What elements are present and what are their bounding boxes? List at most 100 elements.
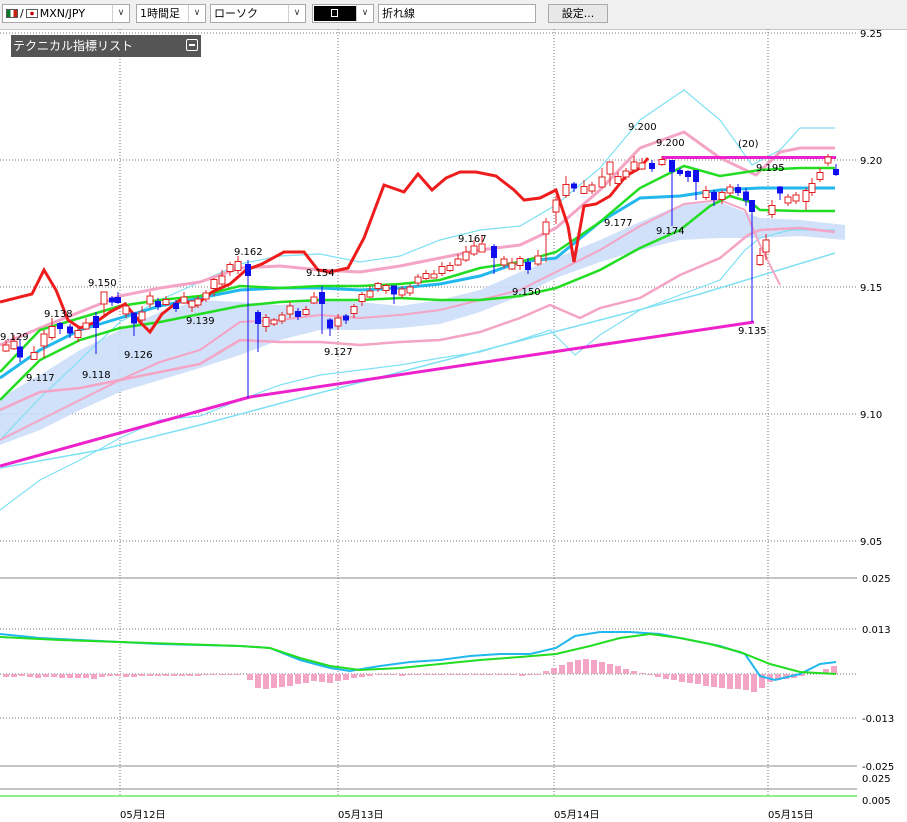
histogram-bar: [195, 674, 201, 676]
candle-body: [131, 312, 137, 324]
histogram-bar: [83, 674, 89, 678]
candle-body: [422, 273, 430, 279]
price-label: 9.200: [656, 138, 685, 149]
histogram-bar: [383, 674, 389, 675]
candle-body: [278, 314, 286, 322]
histogram-bar: [35, 674, 41, 678]
candle-body: [82, 322, 90, 330]
histogram-bar: [303, 674, 309, 683]
symbol-select[interactable]: / MXN/JPY ∨: [2, 4, 130, 23]
histogram-bar: [511, 674, 517, 675]
settings-button[interactable]: 設定...: [548, 4, 608, 23]
candle-body: [802, 190, 810, 202]
price-label: 9.150: [88, 278, 117, 289]
candle-body: [693, 170, 699, 182]
x-tick-label: 05月14日: [554, 809, 599, 821]
candle-body: [74, 330, 82, 338]
histogram-bar: [695, 674, 701, 684]
chart-window: { "toolbar": { "symbol": "MXN/JPY", "tim…: [0, 0, 907, 822]
candle-body: [109, 297, 115, 303]
timeframe-select[interactable]: 1時間足 ∨: [136, 4, 206, 23]
histogram-bar: [687, 674, 693, 683]
candle-body: [100, 291, 108, 305]
candle-body: [677, 170, 683, 174]
histogram-bar: [107, 674, 113, 676]
oscillator-tick-label: -0.025: [862, 762, 894, 773]
color-select[interactable]: ∨: [312, 4, 374, 23]
histogram-bar: [51, 674, 57, 677]
histogram-bar: [123, 674, 129, 677]
price-label: 9.167: [458, 234, 487, 245]
candle-body: [391, 285, 397, 295]
histogram-bar: [155, 674, 161, 676]
histogram-bar: [367, 674, 373, 676]
histogram-bar: [599, 662, 605, 674]
candle-body: [824, 156, 832, 164]
candle-body: [262, 317, 270, 327]
candle-body: [414, 276, 422, 284]
chart-style-select[interactable]: ローソク ∨: [210, 4, 306, 23]
minimize-icon[interactable]: [186, 39, 198, 51]
candle-body: [218, 275, 226, 285]
histogram-bar: [319, 674, 325, 682]
candle-body: [245, 264, 251, 276]
candle-body: [718, 192, 726, 200]
candle-body: [470, 245, 478, 255]
x-tick-label: 05月13日: [338, 809, 383, 821]
japan-flag-icon: [25, 9, 38, 18]
candle-body: [669, 160, 675, 172]
candle-icon: [331, 9, 338, 17]
indicator-list-panel[interactable]: テクニカル指標リスト: [11, 35, 201, 57]
lower-tick-label: 0.025: [862, 774, 891, 785]
histogram-bar: [351, 674, 357, 678]
histogram-bar: [235, 674, 241, 675]
y-tick-label: 9.05: [860, 537, 882, 548]
candle-body: [202, 292, 210, 300]
price-label: 9.177: [604, 218, 633, 229]
histogram-bar: [487, 674, 493, 675]
candle-body: [188, 300, 196, 308]
y-tick-label: 9.20: [860, 156, 882, 167]
histogram-bar: [631, 671, 637, 674]
candle-body: [808, 183, 816, 193]
histogram-bar: [527, 674, 533, 675]
histogram-bar: [99, 674, 105, 677]
oscillator-tick-label: -0.013: [862, 714, 894, 725]
candle-body: [366, 290, 374, 298]
histogram-bar: [519, 674, 525, 676]
price-chart[interactable]: 9.25 9.20 9.15 9.10 9.05 0.025 0.013 -0.013 -0.0…: [0, 29, 907, 822]
candle-body: [500, 258, 508, 266]
chevron-down-icon: ∨: [356, 5, 373, 22]
histogram-bar: [455, 674, 461, 675]
line-style-select[interactable]: 折れ線: [378, 4, 536, 23]
candle-body: [234, 261, 242, 271]
candle-body: [571, 183, 577, 189]
chevron-down-icon: ∨: [188, 5, 205, 22]
histogram-bar: [743, 674, 749, 690]
candle-body: [319, 292, 325, 304]
histogram-bar: [727, 674, 733, 689]
candle-body: [138, 311, 146, 321]
price-label: 9.129: [0, 332, 29, 343]
candle-body: [446, 265, 454, 271]
lower-tick-label: 0.005: [862, 796, 891, 807]
histogram-bar: [479, 674, 485, 675]
histogram-bar: [343, 674, 349, 680]
ichimoku-cloud: [0, 202, 845, 445]
candle-body: [173, 303, 179, 309]
symbol-label: MXN/JPY: [39, 7, 86, 20]
candle-body: [756, 255, 764, 265]
histogram-bar: [615, 666, 621, 674]
chevron-down-icon: ∨: [112, 5, 129, 22]
histogram-bar: [751, 674, 757, 692]
histogram-bar: [567, 662, 573, 674]
candle-body: [638, 162, 646, 170]
histogram-bar: [279, 674, 285, 687]
histogram-bar: [163, 674, 169, 676]
toolbar: / MXN/JPY ∨ 1時間足 ∨ ローソク ∨ ∨ 折れ線 設定...: [0, 0, 907, 30]
x-tick-label: 05月15日: [768, 809, 813, 821]
histogram-bar: [271, 674, 277, 688]
candle-body: [327, 319, 333, 329]
histogram-bar: [219, 674, 225, 675]
candle-body: [398, 288, 406, 296]
